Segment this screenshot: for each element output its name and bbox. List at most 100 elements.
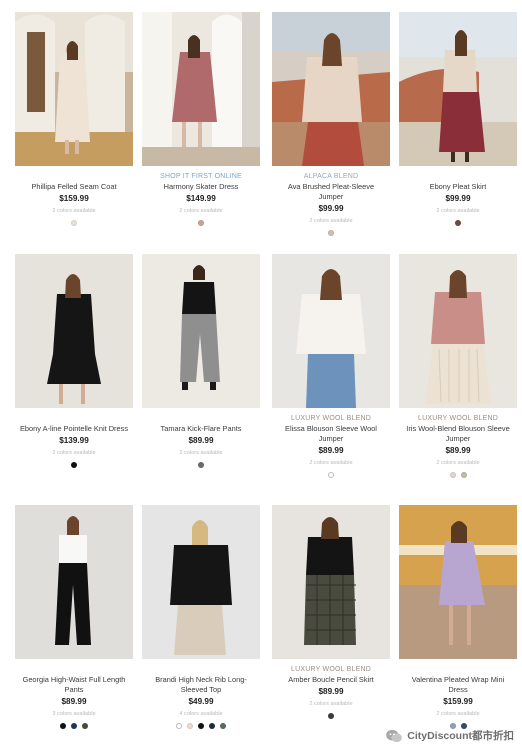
product-price: $99.99	[445, 194, 471, 203]
color-swatch[interactable]	[328, 230, 334, 236]
product-card[interactable]: LUXURY WOOL BLEND Elissa Blouson Sleeve …	[272, 254, 390, 480]
color-availability: 2 colors available	[52, 450, 96, 456]
watermark-text: CityDiscount都市折扣	[407, 730, 514, 742]
color-availability: 4 colors available	[179, 711, 223, 717]
color-swatch[interactable]	[198, 723, 204, 729]
color-swatch[interactable]	[198, 220, 204, 226]
product-price: $159.99	[59, 194, 89, 203]
color-swatch[interactable]	[82, 723, 88, 729]
product-card[interactable]: Georgia High-Waist Full Length Pants $89…	[15, 505, 133, 731]
product-name[interactable]: Harmony Skater Dress	[142, 182, 260, 192]
product-name[interactable]: Iris Wool-Blend Blouson Sleeve Jumper	[399, 424, 517, 444]
color-swatch[interactable]	[449, 472, 456, 478]
product-price: $89.99	[318, 446, 344, 455]
product-image[interactable]	[399, 505, 517, 659]
product-price: $89.99	[318, 687, 344, 696]
color-swatch[interactable]	[209, 723, 215, 729]
color-swatch[interactable]	[187, 723, 193, 729]
product-card[interactable]: Brandi High Neck Rib Long-Sleeved Top $4…	[142, 505, 260, 731]
color-swatches	[399, 220, 517, 228]
product-price: $89.99	[61, 697, 87, 706]
color-swatches	[142, 462, 260, 470]
product-price: $149.99	[186, 194, 216, 203]
product-price: $49.99	[188, 697, 214, 706]
color-swatch[interactable]	[328, 713, 334, 719]
product-name[interactable]: Amber Boucle Pencil Skirt	[272, 675, 390, 685]
product-tag	[142, 665, 260, 675]
product-tag: LUXURY WOOL BLEND	[418, 415, 498, 422]
product-name[interactable]: Tamara Kick-Flare Pants	[142, 424, 260, 434]
product-tag	[15, 665, 133, 675]
color-availability: 2 colors available	[309, 218, 353, 224]
color-availability: 2 colors available	[179, 450, 223, 456]
color-swatch[interactable]	[60, 723, 66, 729]
color-availability: 2 colors available	[52, 208, 96, 214]
product-image[interactable]	[142, 12, 260, 166]
product-image[interactable]	[272, 12, 390, 166]
color-availability: 2 colors available	[436, 208, 480, 214]
product-tag	[15, 172, 133, 182]
color-availability: 2 colors available	[309, 701, 353, 707]
wechat-icon	[386, 729, 403, 742]
product-tag: ALPACA BLEND	[303, 173, 359, 180]
color-swatches	[272, 713, 390, 721]
product-tag	[399, 172, 517, 182]
color-swatch[interactable]	[198, 462, 204, 468]
product-name[interactable]: Ebony A-line Pointelle Knit Dress	[15, 424, 133, 434]
product-image[interactable]	[142, 254, 260, 408]
color-swatch[interactable]	[71, 723, 77, 729]
product-image[interactable]	[15, 254, 133, 408]
product-card[interactable]: LUXURY WOOL BLEND Iris Wool-Blend Blouso…	[399, 254, 517, 480]
product-image[interactable]	[15, 12, 133, 166]
product-name[interactable]: Phillipa Felled Seam Coat	[15, 182, 133, 192]
product-image[interactable]	[142, 505, 260, 659]
color-swatch[interactable]	[328, 472, 334, 478]
color-availability: 2 colors available	[179, 208, 223, 214]
product-image[interactable]	[272, 254, 390, 408]
product-price: $159.99	[443, 697, 473, 706]
color-swatch[interactable]	[176, 723, 182, 729]
product-price: $89.99	[445, 446, 471, 455]
product-card[interactable]: SHOP IT FIRST ONLINE Harmony Skater Dres…	[142, 12, 260, 228]
product-name[interactable]: Elissa Blouson Sleeve Wool Jumper	[272, 424, 390, 444]
color-swatch[interactable]	[71, 220, 77, 226]
color-availability: 2 colors available	[436, 711, 480, 717]
color-swatches	[15, 462, 133, 470]
product-card[interactable]: Ebony A-line Pointelle Knit Dress $139.9…	[15, 254, 133, 470]
color-swatch[interactable]	[460, 472, 467, 478]
color-swatch[interactable]	[71, 462, 77, 468]
product-name[interactable]: Ava Brushed Pleat-Sleeve Jumper	[272, 182, 390, 202]
product-name[interactable]: Valentina Pleated Wrap Mini Dress	[399, 675, 517, 695]
color-swatches	[15, 220, 133, 228]
product-card[interactable]: ALPACA BLEND Ava Brushed Pleat-Sleeve Ju…	[272, 12, 390, 238]
product-card[interactable]: Valentina Pleated Wrap Mini Dress $159.9…	[399, 505, 517, 731]
watermark: CityDiscount都市折扣	[385, 728, 514, 743]
product-image[interactable]	[272, 505, 390, 659]
product-name[interactable]: Ebony Pleat Skirt	[399, 182, 517, 192]
product-image[interactable]	[399, 12, 517, 166]
color-swatches	[272, 230, 390, 238]
product-card[interactable]: Ebony Pleat Skirt $99.99 2 colors availa…	[399, 12, 517, 228]
product-card[interactable]: LUXURY WOOL BLEND Amber Boucle Pencil Sk…	[272, 505, 390, 721]
color-swatches	[15, 723, 133, 731]
color-swatch[interactable]	[455, 220, 461, 226]
product-tag: SHOP IT FIRST ONLINE	[160, 173, 242, 180]
product-price: $139.99	[59, 436, 89, 445]
product-tag: LUXURY WOOL BLEND	[291, 666, 371, 673]
product-tag	[399, 665, 517, 675]
product-image[interactable]	[399, 254, 517, 408]
product-price: $99.99	[318, 204, 344, 213]
product-name[interactable]: Brandi High Neck Rib Long-Sleeved Top	[142, 675, 260, 695]
product-price: $89.99	[188, 436, 214, 445]
color-availability: 2 colors available	[309, 460, 353, 466]
product-image[interactable]	[15, 505, 133, 659]
product-card[interactable]: Tamara Kick-Flare Pants $89.99 2 colors …	[142, 254, 260, 470]
color-availability: 2 colors available	[436, 460, 480, 466]
product-card[interactable]: Phillipa Felled Seam Coat $159.99 2 colo…	[15, 12, 133, 228]
product-tag	[142, 414, 260, 424]
color-availability: 3 colors available	[52, 711, 96, 717]
product-tag: LUXURY WOOL BLEND	[291, 415, 371, 422]
color-swatch[interactable]	[220, 723, 226, 729]
product-name[interactable]: Georgia High-Waist Full Length Pants	[15, 675, 133, 695]
color-swatches	[399, 472, 517, 480]
